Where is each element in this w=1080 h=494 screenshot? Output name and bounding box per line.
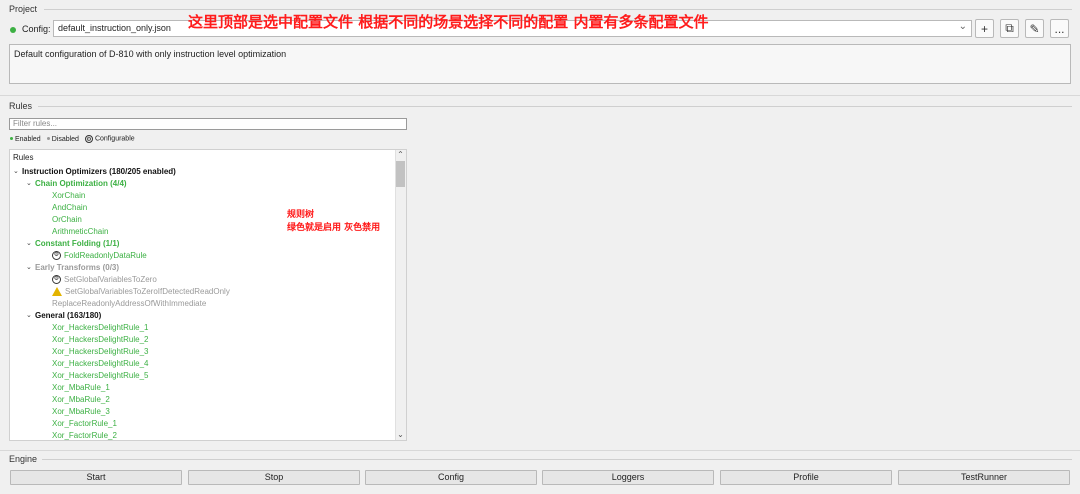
more-icon: ... <box>1054 21 1065 36</box>
chevron-down-icon[interactable]: ⌄ <box>26 310 35 321</box>
chevron-up-icon[interactable]: ⌃ <box>396 150 405 160</box>
stop-button[interactable]: Stop <box>188 470 360 485</box>
chevron-down-icon[interactable]: ⌄ <box>26 178 35 189</box>
project-section-title: Project <box>9 4 38 14</box>
tree-item[interactable]: OrChain <box>52 213 82 225</box>
tree-group-early-transforms[interactable]: ⌄ Early Transforms (0/3) <box>26 261 119 273</box>
config-description[interactable]: Default configuration of D-810 with only… <box>9 44 1071 84</box>
tree-scrollbar[interactable]: ⌃ ⌄ <box>395 150 406 440</box>
tree-item[interactable]: ReplaceReadonlyAddressOfWithImmediate <box>52 297 206 309</box>
tree-item[interactable]: Xor_FactorRule_1 <box>52 417 117 429</box>
rules-legend: Enabled Disabled ⚙ Configurable <box>10 135 135 143</box>
rules-top-divider <box>0 95 1080 96</box>
tree-item[interactable]: Xor_MbaRule_2 <box>52 393 110 405</box>
filter-rules-input[interactable]: Filter rules... <box>9 118 407 130</box>
annotation-top: 这里顶部是选中配置文件 根据不同的场景选择不同的配置 内置有多条配置文件 <box>188 13 709 31</box>
tree-item[interactable]: Xor_HackersDelightRule_2 <box>52 333 149 345</box>
config-description-text: Default configuration of D-810 with only… <box>14 49 287 59</box>
add-config-button[interactable]: + <box>975 19 994 38</box>
config-button[interactable]: Config <box>365 470 537 485</box>
engine-divider <box>42 459 1072 460</box>
tree-item[interactable]: Xor_HackersDelightRule_5 <box>52 369 149 381</box>
tree-item[interactable]: XorChain <box>52 189 85 201</box>
tree-item[interactable]: AndChain <box>52 201 87 213</box>
project-divider <box>44 9 1072 10</box>
scrollbar-thumb[interactable] <box>396 161 405 187</box>
gear-icon: ⚙ <box>52 250 61 260</box>
chevron-down-icon[interactable]: ⌄ <box>396 430 405 440</box>
tree-item[interactable]: ArithmeticChain <box>52 225 108 237</box>
plus-icon: + <box>980 21 988 36</box>
tree-item[interactable]: ⚙ FoldReadonlyDataRule <box>52 249 147 261</box>
more-options-button[interactable]: ... <box>1050 19 1069 38</box>
tree-group-chain-optimization[interactable]: ⌄ Chain Optimization (4/4) <box>26 177 127 189</box>
gear-icon: ⚙ <box>84 135 93 143</box>
config-status-dot <box>10 27 16 33</box>
profile-button[interactable]: Profile <box>720 470 892 485</box>
duplicate-config-button[interactable]: ⧉ <box>1000 19 1019 38</box>
engine-section-title: Engine <box>9 454 38 464</box>
engine-top-divider <box>0 450 1080 451</box>
tree-item[interactable]: Xor_HackersDelightRule_1 <box>52 321 149 333</box>
rules-tree-header: Rules <box>13 153 34 162</box>
legend-configurable: ⚙ Configurable <box>84 135 135 143</box>
tree-item[interactable]: SetGlobalVariablesToZeroIfDetectedReadOn… <box>52 285 230 297</box>
tree-item[interactable]: Xor_HackersDelightRule_4 <box>52 357 149 369</box>
tree-item[interactable]: Xor_MbaRule_1 <box>52 381 110 393</box>
rules-divider <box>38 106 1072 107</box>
tree-item[interactable]: Xor_FactorRule_2 <box>52 429 117 440</box>
chevron-down-icon[interactable]: ⌄ <box>26 238 35 249</box>
legend-disabled: Disabled <box>46 136 79 143</box>
tree-item[interactable]: Xor_MbaRule_3 <box>52 405 110 417</box>
start-button[interactable]: Start <box>10 470 182 485</box>
tree-group-general[interactable]: ⌄ General (163/180) <box>26 309 101 321</box>
gear-icon: ⚙ <box>52 274 61 284</box>
chevron-down-icon[interactable]: ⌄ <box>13 166 22 177</box>
tree-item[interactable]: ⚙ SetGlobalVariablesToZero <box>52 273 157 285</box>
rules-section-title: Rules <box>9 101 33 111</box>
testrunner-button[interactable]: TestRunner <box>898 470 1070 485</box>
loggers-button[interactable]: Loggers <box>542 470 714 485</box>
tree-root[interactable]: ⌄ Instruction Optimizers (180/205 enable… <box>13 165 176 177</box>
filter-placeholder: Filter rules... <box>13 119 58 128</box>
legend-enabled: Enabled <box>10 136 41 143</box>
warning-icon <box>52 286 62 296</box>
duplicate-icon: ⧉ <box>1005 21 1014 35</box>
chevron-down-icon[interactable]: ⌄ <box>26 262 35 273</box>
chevron-down-icon: ⌄ <box>958 21 967 32</box>
tree-item[interactable]: Xor_HackersDelightRule_3 <box>52 345 149 357</box>
config-select-value: default_instruction_only.json <box>58 23 171 33</box>
edit-config-button[interactable]: ✎ <box>1025 19 1044 38</box>
annotation-tree: 规则树 绿色就是启用 灰色禁用 <box>287 210 381 233</box>
rules-tree[interactable]: Rules ⌄ Instruction Optimizers (180/205 … <box>9 149 407 441</box>
tree-group-constant-folding[interactable]: ⌄ Constant Folding (1/1) <box>26 237 119 249</box>
config-label: Config: <box>22 24 51 34</box>
edit-icon: ✎ <box>1029 21 1040 36</box>
